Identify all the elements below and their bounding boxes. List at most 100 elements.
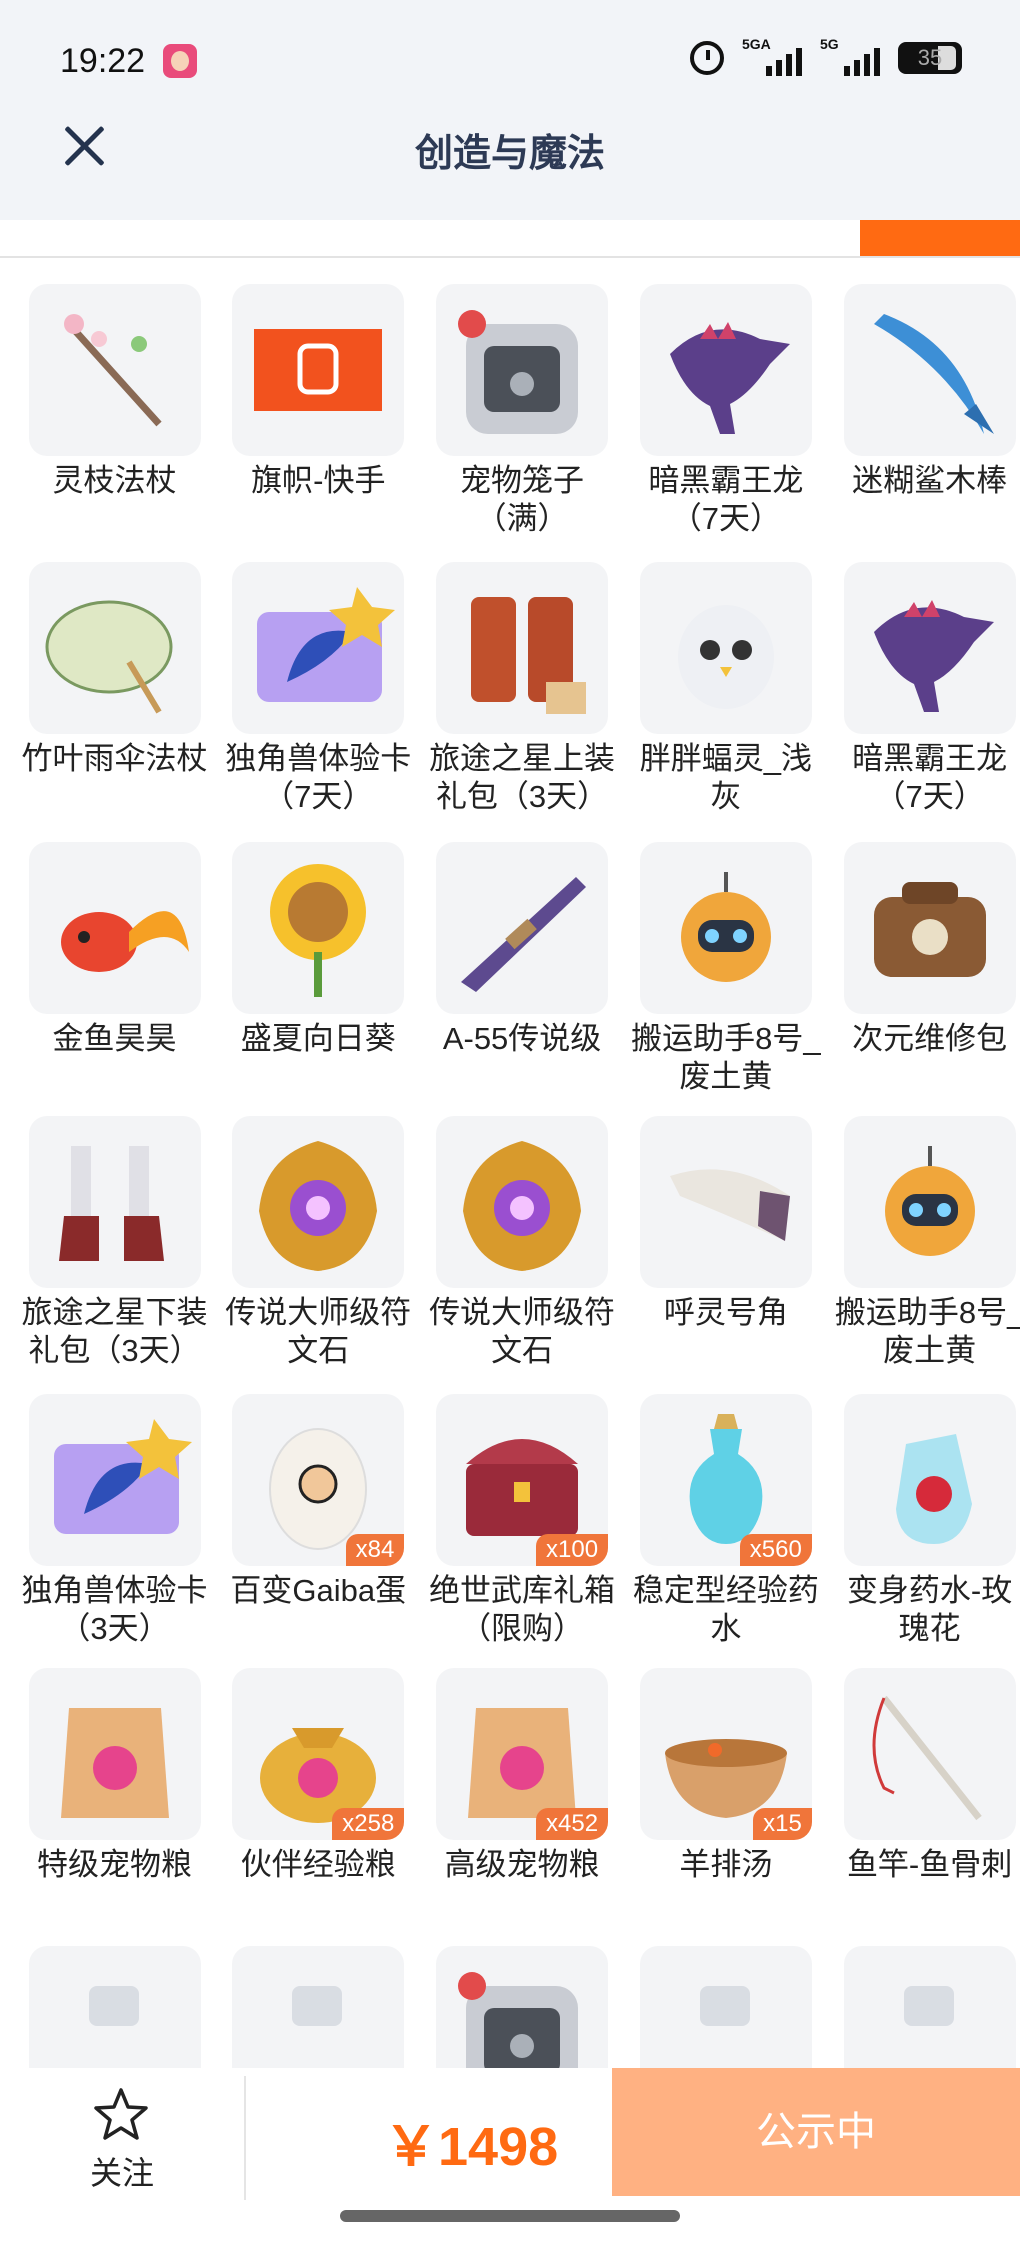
helper-robot-icon [680, 872, 771, 982]
item-thumbnail[interactable] [436, 1946, 609, 2070]
sunflower-icon [270, 864, 367, 997]
item-name: 高级宠物粮 [444, 1847, 600, 1882]
item-card[interactable]: x84 百变Gaiba蛋 [218, 1394, 418, 1610]
follow-button[interactable]: 关注 [0, 2068, 244, 2198]
item-thumbnail[interactable]: x258 [232, 1668, 405, 1840]
item-card[interactable]: 变身药水-玫瑰花 [830, 1394, 1020, 1648]
item-thumbnail[interactable] [232, 1946, 405, 2070]
helper-robot-icon [884, 1146, 975, 1256]
item-card[interactable]: x258 伙伴经验粮 [218, 1668, 418, 1884]
item-name: A-55传说级 [442, 1021, 602, 1056]
item-thumbnail[interactable] [436, 1116, 609, 1288]
item-name: 鱼竿-鱼骨刺 [846, 1847, 1013, 1882]
item-name: 盛夏向日葵 [240, 1021, 396, 1056]
item-card[interactable]: 宠物笼子（满） [422, 284, 622, 538]
item-thumbnail[interactable] [436, 284, 609, 456]
item-card[interactable]: 灵枝法杖 [15, 284, 215, 500]
pet-cage-icon [458, 310, 579, 434]
item-card[interactable]: 胖胖蝠灵_浅灰 [626, 562, 826, 816]
item-name: 暗黑霸王龙（7天） [648, 463, 804, 536]
home-indicator[interactable] [340, 2210, 680, 2222]
item-thumbnail[interactable] [843, 1946, 1016, 2070]
item-card[interactable]: 旅途之星上装礼包（3天） [422, 562, 622, 816]
item-card[interactable]: x452 高级宠物粮 [422, 1668, 622, 1884]
item-card[interactable]: 旗帜-快手 [218, 284, 418, 500]
item-card[interactable]: 盛夏向日葵 [218, 842, 418, 1058]
item-quantity-badge: x100 [536, 1534, 609, 1566]
item-card[interactable]: A-55传说级 [422, 842, 622, 1058]
item-name: 独角兽体验卡（3天） [21, 1573, 208, 1646]
item-thumbnail[interactable] [232, 284, 405, 456]
item-thumbnail[interactable] [436, 842, 609, 1014]
item-card[interactable]: 迷糊鲨木棒 [830, 284, 1020, 500]
boots-gift-icon [58, 1146, 164, 1261]
item-card[interactable]: 独角兽体验卡（3天） [15, 1394, 215, 1648]
item-thumbnail[interactable] [232, 562, 405, 734]
item-thumbnail[interactable] [436, 562, 609, 734]
item-card[interactable]: 鱼竿-鱼骨刺 [830, 1668, 1020, 1884]
item-card[interactable] [626, 1946, 826, 2070]
item-thumbnail[interactable] [28, 1116, 201, 1288]
item-thumbnail[interactable] [843, 842, 1016, 1014]
item-thumbnail[interactable] [28, 842, 201, 1014]
item-thumbnail[interactable] [843, 1116, 1016, 1288]
item-card[interactable]: 传说大师级符文石 [422, 1116, 622, 1370]
horn-icon [669, 1169, 790, 1241]
item-name: 特级宠物粮 [37, 1847, 193, 1882]
item-card[interactable]: 旅途之星下装礼包（3天） [15, 1116, 215, 1370]
item-card[interactable]: x15 羊排汤 [626, 1668, 826, 1884]
item-card[interactable] [422, 1946, 622, 2070]
item-thumbnail[interactable] [843, 1668, 1016, 1840]
item-thumbnail[interactable] [843, 284, 1016, 456]
item-thumbnail[interactable] [639, 842, 812, 1014]
item-thumbnail[interactable] [28, 562, 201, 734]
item-card[interactable]: 金鱼昊昊 [15, 842, 215, 1058]
item-thumbnail[interactable] [843, 562, 1016, 734]
partial-item-icon [903, 1986, 954, 2026]
item-card[interactable]: 传说大师级符文石 [218, 1116, 418, 1370]
item-thumbnail[interactable]: x452 [436, 1668, 609, 1840]
item-card[interactable]: 搬运助手8号_废土黄 [626, 842, 826, 1096]
item-name: 迷糊鲨木棒 [852, 463, 1008, 498]
item-card[interactable]: 搬运助手8号_废土黄 [830, 1116, 1020, 1370]
item-thumbnail[interactable] [639, 1946, 812, 2070]
status-time: 19:22 [60, 42, 146, 80]
item-card[interactable]: 呼灵号角 [626, 1116, 826, 1332]
item-thumbnail[interactable] [639, 562, 812, 734]
public-notice-button[interactable]: 公示中 [612, 2068, 1020, 2196]
item-thumbnail[interactable] [232, 1116, 405, 1288]
item-thumbnail[interactable]: x100 [436, 1394, 609, 1566]
item-card[interactable] [15, 1946, 215, 2070]
item-card[interactable]: 次元维修包 [830, 842, 1020, 1058]
item-name: 传说大师级符文石 [225, 1295, 412, 1368]
item-thumbnail[interactable]: x84 [232, 1394, 405, 1566]
item-thumbnail[interactable] [28, 1394, 201, 1566]
item-thumbnail[interactable] [232, 842, 405, 1014]
item-card[interactable]: 特级宠物粮 [15, 1668, 215, 1884]
item-card[interactable]: 暗黑霸王龙（7天） [626, 284, 826, 538]
item-card[interactable] [830, 1946, 1020, 2070]
item-card[interactable]: 暗黑霸王龙（7天） [830, 562, 1020, 816]
divider [244, 2076, 246, 2200]
item-name: 伙伴经验粮 [240, 1847, 396, 1882]
item-name: 旗帜-快手 [251, 463, 386, 498]
item-card[interactable] [218, 1946, 418, 2070]
item-card[interactable]: x100 绝世武库礼箱（限购） [422, 1394, 622, 1648]
item-card[interactable]: 独角兽体验卡（7天） [218, 562, 418, 816]
fishing-rod-icon [872, 1695, 982, 1821]
active-tab-indicator[interactable] [860, 220, 1020, 256]
item-name: 呼灵号角 [663, 1295, 788, 1330]
item-card[interactable]: 竹叶雨伞法杖 [15, 562, 215, 778]
item-thumbnail[interactable] [843, 1394, 1016, 1566]
item-card[interactable]: x560 稳定型经验药水 [626, 1394, 826, 1648]
item-thumbnail[interactable]: x15 [639, 1668, 812, 1840]
item-thumbnail[interactable]: x560 [639, 1394, 812, 1566]
item-thumbnail[interactable] [639, 1116, 812, 1288]
item-thumbnail[interactable] [28, 1668, 201, 1840]
item-quantity-badge: x452 [536, 1808, 609, 1840]
item-quantity-badge: x84 [345, 1534, 405, 1566]
partial-item-icon [292, 1986, 343, 2026]
item-thumbnail[interactable] [28, 284, 201, 456]
item-thumbnail[interactable] [639, 284, 812, 456]
item-thumbnail[interactable] [28, 1946, 201, 2070]
